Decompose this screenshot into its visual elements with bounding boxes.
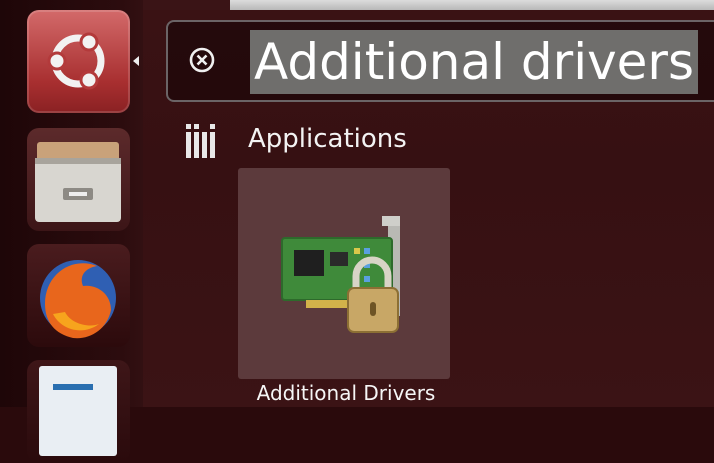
libreoffice-writer-icon bbox=[39, 366, 117, 456]
firefox-launcher-button[interactable] bbox=[27, 244, 130, 347]
writer-launcher-button[interactable] bbox=[27, 360, 130, 463]
active-indicator bbox=[133, 56, 139, 66]
files-icon bbox=[35, 142, 121, 222]
ubuntu-dash-button[interactable] bbox=[27, 10, 130, 113]
ubuntu-logo-icon bbox=[47, 32, 105, 90]
clear-icon bbox=[189, 47, 215, 73]
section-title: Applications bbox=[248, 124, 407, 154]
applications-lens-icon bbox=[185, 122, 217, 158]
hardware-drivers-icon bbox=[270, 210, 420, 340]
clear-search-button[interactable] bbox=[188, 46, 216, 74]
search-input[interactable]: Additional drivers bbox=[250, 30, 699, 94]
files-launcher-button[interactable] bbox=[27, 128, 130, 231]
firefox-icon bbox=[40, 260, 116, 339]
launcher bbox=[0, 0, 143, 463]
result-label: Additional Drivers bbox=[256, 381, 436, 405]
